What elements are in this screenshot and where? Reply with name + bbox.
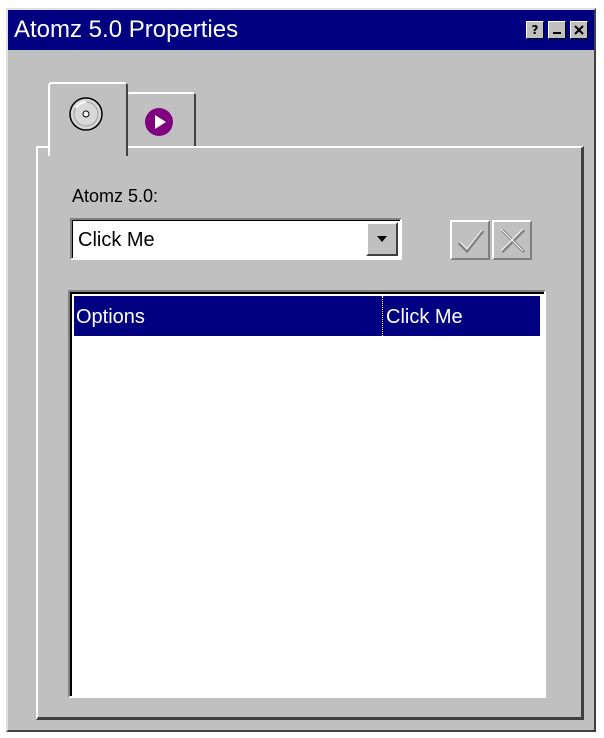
atomz-label: Atomz 5.0: bbox=[72, 186, 159, 206]
properties-window: Atomz 5.0 Properties ? Atomz 5.0: Click … bbox=[6, 8, 596, 732]
minimize-icon bbox=[553, 32, 561, 34]
play-arrow-icon bbox=[145, 108, 173, 136]
apply-button[interactable] bbox=[450, 220, 490, 260]
column-divider[interactable] bbox=[382, 296, 384, 336]
column-value[interactable]: Click Me bbox=[386, 306, 463, 329]
close-x-icon bbox=[500, 228, 526, 254]
list-header-row[interactable]: Options Click Me bbox=[74, 296, 540, 336]
cancel-button[interactable] bbox=[492, 220, 532, 260]
dropdown-value: Click Me bbox=[78, 229, 155, 251]
help-icon: ? bbox=[531, 23, 539, 37]
close-button[interactable] bbox=[570, 21, 588, 39]
window-title: Atomz 5.0 Properties bbox=[14, 16, 239, 43]
title-bar[interactable]: Atomz 5.0 Properties ? bbox=[8, 10, 594, 50]
minimize-button[interactable] bbox=[548, 21, 566, 39]
cd-disc-icon bbox=[69, 97, 103, 131]
close-icon bbox=[574, 25, 584, 35]
tab-playback[interactable] bbox=[126, 92, 196, 148]
chevron-down-icon bbox=[377, 236, 387, 242]
dropdown-arrow-button[interactable] bbox=[366, 222, 398, 256]
tab-general[interactable] bbox=[48, 82, 128, 156]
atomz-dropdown[interactable]: Click Me bbox=[70, 218, 402, 260]
column-options[interactable]: Options bbox=[76, 306, 145, 329]
help-button[interactable]: ? bbox=[526, 21, 544, 39]
checkmark-icon bbox=[457, 229, 485, 254]
options-list[interactable]: Options Click Me bbox=[68, 290, 546, 698]
tab-panel: Atomz 5.0: Click Me Options Click Me bbox=[36, 146, 584, 720]
